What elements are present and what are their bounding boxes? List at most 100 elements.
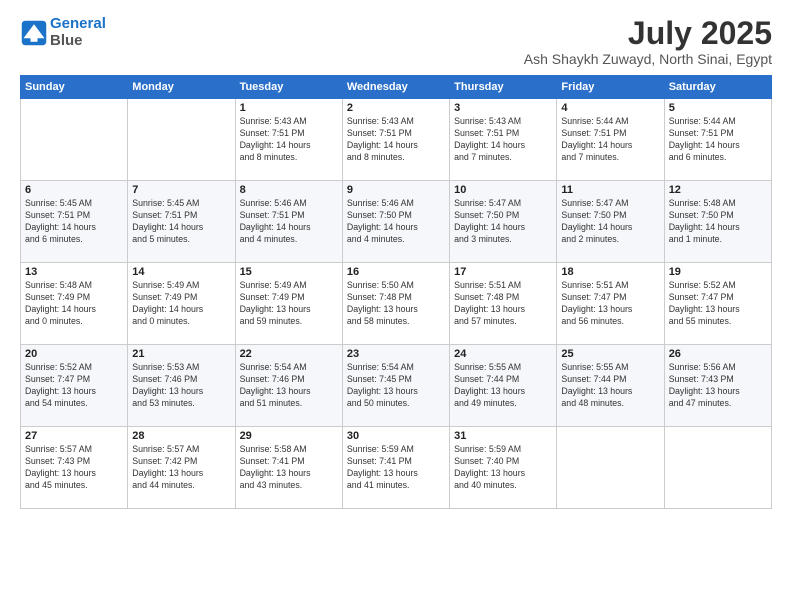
calendar-cell [128, 99, 235, 181]
day-info: Sunrise: 5:43 AM Sunset: 7:51 PM Dayligh… [347, 116, 445, 164]
day-number: 5 [669, 102, 767, 114]
day-number: 19 [669, 266, 767, 278]
day-number: 23 [347, 348, 445, 360]
day-info: Sunrise: 5:50 AM Sunset: 7:48 PM Dayligh… [347, 280, 445, 328]
day-info: Sunrise: 5:45 AM Sunset: 7:51 PM Dayligh… [25, 198, 123, 246]
day-info: Sunrise: 5:43 AM Sunset: 7:51 PM Dayligh… [454, 116, 552, 164]
day-info: Sunrise: 5:45 AM Sunset: 7:51 PM Dayligh… [132, 198, 230, 246]
day-info: Sunrise: 5:49 AM Sunset: 7:49 PM Dayligh… [240, 280, 338, 328]
calendar-cell: 18 Sunrise: 5:51 AM Sunset: 7:47 PM Dayli… [557, 263, 664, 345]
day-number: 24 [454, 348, 552, 360]
day-info: Sunrise: 5:53 AM Sunset: 7:46 PM Dayligh… [132, 362, 230, 410]
calendar-cell: 7 Sunrise: 5:45 AM Sunset: 7:51 PM Daylig… [128, 181, 235, 263]
calendar-title: July 2025 [524, 16, 772, 51]
day-number: 4 [561, 102, 659, 114]
weekday-header-wednesday: Wednesday [342, 76, 449, 99]
calendar-cell: 10 Sunrise: 5:47 AM Sunset: 7:50 PM Dayli… [450, 181, 557, 263]
week-row-1: 1Sunrise: 5:43 AM Sunset: 7:51 PM Daylig… [21, 99, 772, 181]
calendar-cell: 5 Sunrise: 5:44 AM Sunset: 7:51 PM Daylig… [664, 99, 771, 181]
calendar-cell: 3 Sunrise: 5:43 AM Sunset: 7:51 PM Daylig… [450, 99, 557, 181]
calendar-cell: 28Sunrise: 5:57 AM Sunset: 7:42 PM Dayli… [128, 427, 235, 509]
day-number: 21 [132, 348, 230, 360]
day-info: Sunrise: 5:59 AM Sunset: 7:40 PM Dayligh… [454, 444, 552, 492]
calendar-cell: 31 Sunrise: 5:59 AM Sunset: 7:40 PM Dayli… [450, 427, 557, 509]
day-info: Sunrise: 5:44 AM Sunset: 7:51 PM Dayligh… [669, 116, 767, 164]
day-info: Sunrise: 5:44 AM Sunset: 7:51 PM Dayligh… [561, 116, 659, 164]
day-number: 22 [240, 348, 338, 360]
weekday-header-row: SundayMondayTuesdayWednesdayThursdayFrid… [21, 76, 772, 99]
weekday-header-monday: Monday [128, 76, 235, 99]
calendar-cell: 4 Sunrise: 5:44 AM Sunset: 7:51 PM Daylig… [557, 99, 664, 181]
day-number: 30 [347, 430, 445, 442]
calendar-cell: 22 Sunrise: 5:54 AM Sunset: 7:46 PM Dayli… [235, 345, 342, 427]
weekday-header-friday: Friday [557, 76, 664, 99]
calendar-cell: 14 Sunrise: 5:49 AM Sunset: 7:49 PM Dayli… [128, 263, 235, 345]
weekday-header-thursday: Thursday [450, 76, 557, 99]
calendar-cell: 11Sunrise: 5:47 AM Sunset: 7:50 PM Dayli… [557, 181, 664, 263]
calendar-cell: 20Sunrise: 5:52 AM Sunset: 7:47 PM Dayli… [21, 345, 128, 427]
day-info: Sunrise: 5:49 AM Sunset: 7:49 PM Dayligh… [132, 280, 230, 328]
day-info: Sunrise: 5:51 AM Sunset: 7:47 PM Dayligh… [561, 280, 659, 328]
week-row-4: 20Sunrise: 5:52 AM Sunset: 7:47 PM Dayli… [21, 345, 772, 427]
day-number: 18 [561, 266, 659, 278]
logo: General Blue [20, 16, 106, 49]
calendar-cell: 25Sunrise: 5:55 AM Sunset: 7:44 PM Dayli… [557, 345, 664, 427]
calendar-cell: 21 Sunrise: 5:53 AM Sunset: 7:46 PM Dayli… [128, 345, 235, 427]
day-info: Sunrise: 5:48 AM Sunset: 7:49 PM Dayligh… [25, 280, 123, 328]
day-number: 3 [454, 102, 552, 114]
day-info: Sunrise: 5:59 AM Sunset: 7:41 PM Dayligh… [347, 444, 445, 492]
calendar-page: General Blue July 2025 Ash Shaykh Zuwayd… [0, 0, 792, 519]
day-number: 25 [561, 348, 659, 360]
day-info: Sunrise: 5:56 AM Sunset: 7:43 PM Dayligh… [669, 362, 767, 410]
logo-icon [20, 19, 48, 47]
day-number: 29 [240, 430, 338, 442]
header: General Blue July 2025 Ash Shaykh Zuwayd… [20, 16, 772, 67]
calendar-subtitle: Ash Shaykh Zuwayd, North Sinai, Egypt [524, 51, 772, 67]
day-number: 7 [132, 184, 230, 196]
logo-text: General Blue [50, 16, 106, 49]
calendar-cell: 27Sunrise: 5:57 AM Sunset: 7:43 PM Dayli… [21, 427, 128, 509]
day-number: 16 [347, 266, 445, 278]
day-info: Sunrise: 5:46 AM Sunset: 7:51 PM Dayligh… [240, 198, 338, 246]
calendar-cell: 15Sunrise: 5:49 AM Sunset: 7:49 PM Dayli… [235, 263, 342, 345]
day-number: 10 [454, 184, 552, 196]
day-info: Sunrise: 5:47 AM Sunset: 7:50 PM Dayligh… [561, 198, 659, 246]
week-row-3: 13Sunrise: 5:48 AM Sunset: 7:49 PM Dayli… [21, 263, 772, 345]
day-number: 26 [669, 348, 767, 360]
calendar-cell: 1Sunrise: 5:43 AM Sunset: 7:51 PM Daylig… [235, 99, 342, 181]
day-info: Sunrise: 5:55 AM Sunset: 7:44 PM Dayligh… [454, 362, 552, 410]
day-info: Sunrise: 5:57 AM Sunset: 7:42 PM Dayligh… [132, 444, 230, 492]
weekday-header-sunday: Sunday [21, 76, 128, 99]
calendar-cell: 12Sunrise: 5:48 AM Sunset: 7:50 PM Dayli… [664, 181, 771, 263]
weekday-header-saturday: Saturday [664, 76, 771, 99]
day-number: 6 [25, 184, 123, 196]
day-info: Sunrise: 5:54 AM Sunset: 7:46 PM Dayligh… [240, 362, 338, 410]
calendar-cell: 16 Sunrise: 5:50 AM Sunset: 7:48 PM Dayli… [342, 263, 449, 345]
calendar-cell: 6 Sunrise: 5:45 AM Sunset: 7:51 PM Daylig… [21, 181, 128, 263]
calendar-cell: 23 Sunrise: 5:54 AM Sunset: 7:45 PM Dayli… [342, 345, 449, 427]
day-info: Sunrise: 5:52 AM Sunset: 7:47 PM Dayligh… [25, 362, 123, 410]
day-info: Sunrise: 5:47 AM Sunset: 7:50 PM Dayligh… [454, 198, 552, 246]
day-info: Sunrise: 5:54 AM Sunset: 7:45 PM Dayligh… [347, 362, 445, 410]
day-info: Sunrise: 5:46 AM Sunset: 7:50 PM Dayligh… [347, 198, 445, 246]
weekday-header-tuesday: Tuesday [235, 76, 342, 99]
day-number: 9 [347, 184, 445, 196]
day-number: 8 [240, 184, 338, 196]
day-number: 12 [669, 184, 767, 196]
day-number: 14 [132, 266, 230, 278]
calendar-cell: 26 Sunrise: 5:56 AM Sunset: 7:43 PM Dayli… [664, 345, 771, 427]
calendar-cell: 2 Sunrise: 5:43 AM Sunset: 7:51 PM Daylig… [342, 99, 449, 181]
week-row-5: 27Sunrise: 5:57 AM Sunset: 7:43 PM Dayli… [21, 427, 772, 509]
calendar-cell: 30 Sunrise: 5:59 AM Sunset: 7:41 PM Dayli… [342, 427, 449, 509]
title-block: July 2025 Ash Shaykh Zuwayd, North Sinai… [524, 16, 772, 67]
day-number: 17 [454, 266, 552, 278]
day-number: 27 [25, 430, 123, 442]
calendar-cell: 9 Sunrise: 5:46 AM Sunset: 7:50 PM Daylig… [342, 181, 449, 263]
calendar-cell: 24 Sunrise: 5:55 AM Sunset: 7:44 PM Dayli… [450, 345, 557, 427]
day-info: Sunrise: 5:52 AM Sunset: 7:47 PM Dayligh… [669, 280, 767, 328]
day-number: 31 [454, 430, 552, 442]
day-info: Sunrise: 5:51 AM Sunset: 7:48 PM Dayligh… [454, 280, 552, 328]
calendar-cell: 29 Sunrise: 5:58 AM Sunset: 7:41 PM Dayli… [235, 427, 342, 509]
day-info: Sunrise: 5:58 AM Sunset: 7:41 PM Dayligh… [240, 444, 338, 492]
day-number: 2 [347, 102, 445, 114]
